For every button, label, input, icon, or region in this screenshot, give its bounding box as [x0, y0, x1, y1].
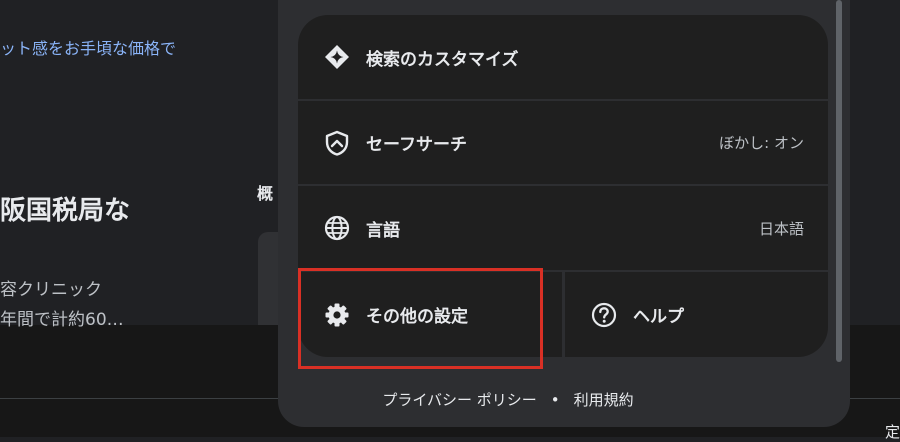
- help-button[interactable]: ヘルプ: [565, 272, 828, 357]
- background-result-link[interactable]: ット感をお手頃な価格で: [0, 35, 176, 59]
- terms-link[interactable]: 利用規約: [574, 389, 634, 410]
- privacy-policy-link[interactable]: プライバシー ポリシー: [382, 389, 536, 410]
- language-item[interactable]: 言語 日本語: [298, 186, 828, 270]
- globe-icon: [322, 213, 352, 243]
- footer-separator: •: [550, 390, 560, 409]
- customize-search-item[interactable]: 検索のカスタマイズ: [298, 15, 828, 99]
- help-icon: [589, 300, 619, 330]
- safesearch-item[interactable]: セーフサーチ ぼかし: オン: [298, 101, 828, 184]
- background-result-heading[interactable]: 阪国税局な: [0, 190, 130, 227]
- gear-icon: [322, 300, 352, 330]
- scrollbar-thumb[interactable]: [836, 0, 842, 362]
- other-settings-button[interactable]: その他の設定: [298, 272, 562, 357]
- safesearch-label: セーフサーチ: [366, 135, 467, 155]
- menu-footer: プライバシー ポリシー • 利用規約: [278, 389, 738, 410]
- background-side-label: 概: [257, 184, 274, 203]
- background-snippet-line2: 年間で計約60…: [0, 310, 124, 330]
- safesearch-value: ぼかし: オン: [719, 134, 804, 152]
- background-settings-link[interactable]: 定: [885, 421, 900, 442]
- help-label: ヘルプ: [633, 307, 684, 327]
- other-settings-label: その他の設定: [366, 307, 468, 327]
- background-card: [258, 232, 278, 325]
- language-value: 日本語: [758, 219, 804, 238]
- background-snippet-line1: 容クリニック: [0, 280, 102, 300]
- sparkle-icon: [322, 42, 352, 72]
- language-label: 言語: [366, 220, 400, 241]
- customize-search-label: 検索のカスタマイズ: [366, 49, 519, 70]
- shield-icon: [322, 128, 352, 158]
